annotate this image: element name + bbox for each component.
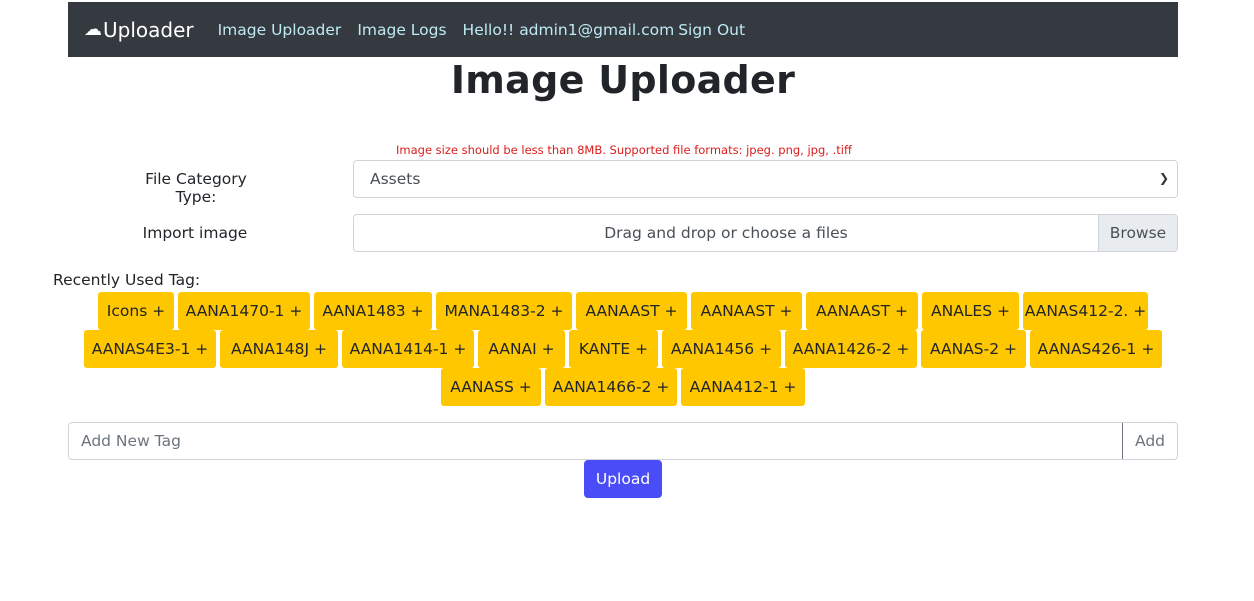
tag-button[interactable]: MANA1483-2 +	[436, 292, 572, 330]
file-input[interactable]: Drag and drop or choose a files Browse	[353, 214, 1178, 252]
tag-button[interactable]: AANAS4E3-1 +	[84, 330, 216, 368]
sign-out-link[interactable]: Sign Out	[678, 21, 745, 39]
brand-label: Uploader	[103, 17, 194, 42]
tag-button[interactable]: AANA1426-2 +	[785, 330, 917, 368]
nav-image-logs[interactable]: Image Logs	[357, 21, 446, 39]
tag-button[interactable]: AANAAST +	[576, 292, 687, 330]
tag-button[interactable]: AANA412-1 +	[681, 368, 805, 406]
page-title: Image Uploader	[450, 58, 796, 102]
file-category-value: Assets	[370, 170, 421, 188]
tag-button[interactable]: AANA1414-1 +	[342, 330, 474, 368]
file-size-hint: Image size should be less than 8MB. Supp…	[396, 143, 852, 157]
browse-button[interactable]: Browse	[1098, 215, 1177, 251]
add-tag-button[interactable]: Add	[1122, 423, 1177, 459]
file-dropzone[interactable]: Drag and drop or choose a files	[354, 215, 1098, 251]
tag-button[interactable]: AANAS412-2. +	[1023, 292, 1148, 330]
tag-button[interactable]: AANASS +	[441, 368, 541, 406]
add-tag-group: Add New Tag Add	[68, 422, 1178, 460]
upload-button[interactable]: Upload	[584, 460, 662, 498]
tag-button[interactable]: ANALES +	[922, 292, 1019, 330]
tag-button[interactable]: AANA148J +	[220, 330, 338, 368]
tag-button[interactable]: AANAS426-1 +	[1030, 330, 1162, 368]
tag-button[interactable]: Icons +	[98, 292, 174, 330]
tag-button[interactable]: AANAAST +	[806, 292, 918, 330]
nav-image-uploader[interactable]: Image Uploader	[218, 21, 342, 39]
brand-link[interactable]: ☁ Uploader	[84, 18, 194, 42]
tag-button[interactable]: AANA1483 +	[314, 292, 432, 330]
tag-button[interactable]: KANTE +	[569, 330, 658, 368]
user-greeting: Hello!! admin1@gmail.com	[462, 20, 675, 39]
file-category-select[interactable]: Assets ❯	[353, 160, 1178, 198]
tag-button[interactable]: AANAI +	[478, 330, 565, 368]
import-image-label: Import image	[142, 224, 248, 242]
tag-button[interactable]: AANAS-2 +	[921, 330, 1026, 368]
cloud-icon: ☁	[84, 19, 102, 40]
navbar: ☁ Uploader Image Uploader Image Logs Hel…	[68, 2, 1178, 57]
recent-tags-label: Recently Used Tag:	[53, 271, 201, 289]
chevron-down-icon: ❯	[1158, 171, 1169, 185]
tag-button[interactable]: AANA1456 +	[662, 330, 781, 368]
new-tag-input[interactable]: Add New Tag	[69, 423, 1122, 459]
tag-button[interactable]: AANAAST +	[691, 292, 802, 330]
tag-button[interactable]: AANA1466-2 +	[545, 368, 677, 406]
file-category-label: File Category Type:	[145, 170, 247, 206]
tag-button[interactable]: AANA1470-1 +	[178, 292, 310, 330]
